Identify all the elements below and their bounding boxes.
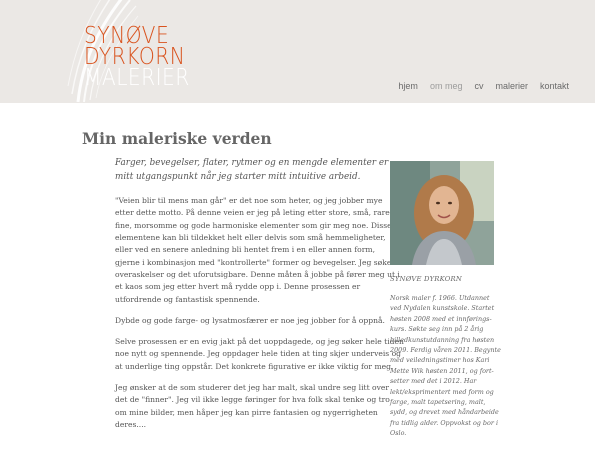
text-line: Jeg ønsker at de som studerer det jeg ha… bbox=[115, 383, 390, 393]
main-nav: hjem om meg cv malerier kontakt bbox=[386, 81, 569, 91]
text-line: om mine bilder, men håper jeg kan pirre … bbox=[115, 407, 378, 417]
nav-item-malerier[interactable]: malerier bbox=[495, 81, 528, 91]
bio-line: lekt/eksprimentert med form og bbox=[390, 387, 494, 396]
bio-line: setter med det i 2012. Har bbox=[390, 377, 477, 386]
bio-line: Norsk maler f. 1966. Utdannet bbox=[390, 294, 490, 302]
bio-line: farge, malt tapetsering, malt, bbox=[390, 398, 486, 407]
nav-item-om-meg[interactable]: om meg bbox=[430, 81, 463, 91]
page-title: Min maleriske verden bbox=[82, 129, 272, 148]
portrait-illustration bbox=[390, 161, 494, 265]
body-paragraph: Dybde og gode farge- og lysatmosfærer er… bbox=[115, 315, 385, 327]
artist-bio: Norsk maler f. 1966. Utdannet ved Nydale… bbox=[390, 293, 501, 439]
bio-line: Mette Wik høsten 2011, og fort- bbox=[390, 366, 494, 375]
text-line: et kaos som jeg etter hvert må rydde opp… bbox=[115, 282, 361, 292]
text-line: det de "finner". Jeg vil ikke legge føri… bbox=[115, 395, 390, 405]
text-line: overaskelser og det uforutsigbare. Denne… bbox=[115, 269, 400, 279]
bio-line: kurs. Søkte seg inn på 2 årig bbox=[390, 325, 484, 334]
lead-line: Farger, bevegelser, flater, rytmer og en… bbox=[115, 158, 389, 168]
text-line: Selve prosessen er en evig jakt på det u… bbox=[115, 337, 404, 347]
text-line: eller ved en senere anledning bli hentet… bbox=[115, 245, 375, 255]
text-line: elementene kan bli tildekket helt eller … bbox=[115, 233, 386, 243]
text-line: deres.... bbox=[115, 419, 147, 429]
text-line: etter dette motto. På denne veien er jeg… bbox=[115, 208, 393, 218]
bio-line: ved Nydalen kunstskole. Startet bbox=[390, 304, 495, 313]
text-line: Dybde og gode farge- og lysatmosfærer er… bbox=[115, 315, 385, 325]
site-logo[interactable]: SYNØVE DYRKORN MALERIER bbox=[84, 25, 204, 91]
bio-line: 2009. Ferdig våren 2011. Begynte bbox=[390, 346, 501, 355]
artist-portrait-photo bbox=[390, 161, 494, 265]
site-header: SYNØVE DYRKORN MALERIER hjem om meg cv m… bbox=[0, 0, 595, 103]
text-line: at underlige ting oppstår. Det konkrete … bbox=[115, 361, 394, 371]
main-content: Farger, bevegelser, flater, rytmer og en… bbox=[115, 157, 404, 440]
artist-sidebar: SYNØVE DYRKORN Norsk maler f. 1966. Utda… bbox=[390, 161, 501, 439]
bio-line: høsten 2008 med et innførings- bbox=[390, 314, 492, 323]
logo-line-subtitle: MALERIER bbox=[84, 65, 190, 91]
bio-line: billedkunstutdanning fra høsten bbox=[390, 335, 495, 344]
body-paragraph: "Veien blir til mens man går" er det noe… bbox=[115, 195, 400, 306]
bio-line: sydd, og drevet med håndarbeide bbox=[390, 408, 499, 417]
text-line: gjerne i kombinasjon med "kontrollerte" … bbox=[115, 257, 395, 267]
lead-line: mitt utgangspunkt når jeg starter mitt i… bbox=[115, 171, 361, 182]
lead-paragraph: Farger, bevegelser, flater, rytmer og en… bbox=[115, 157, 389, 184]
text-line: noe nytt og spennende. Jeg oppdager hele… bbox=[115, 349, 402, 359]
bio-line: med veiledningstimer hos Kari bbox=[390, 356, 490, 365]
nav-item-hjem[interactable]: hjem bbox=[398, 81, 418, 91]
bio-line: fra tidlig alder. Oppvokst og bor i bbox=[390, 418, 498, 427]
body-paragraph: Jeg ønsker at de som studerer det jeg ha… bbox=[115, 382, 390, 431]
bio-line: Oslo. bbox=[390, 429, 407, 438]
text-line: utfordrende og fantastisk spennende. bbox=[115, 294, 260, 304]
text-line: fine, morsomme og gode harmoniske elemen… bbox=[115, 220, 392, 230]
nav-item-cv[interactable]: cv bbox=[474, 81, 483, 91]
artist-name: SYNØVE DYRKORN bbox=[390, 275, 462, 283]
nav-item-kontakt[interactable]: kontakt bbox=[540, 81, 569, 91]
body-paragraph: Selve prosessen er en evig jakt på det u… bbox=[115, 336, 404, 373]
text-line: "Veien blir til mens man går" er det noe… bbox=[115, 196, 383, 206]
